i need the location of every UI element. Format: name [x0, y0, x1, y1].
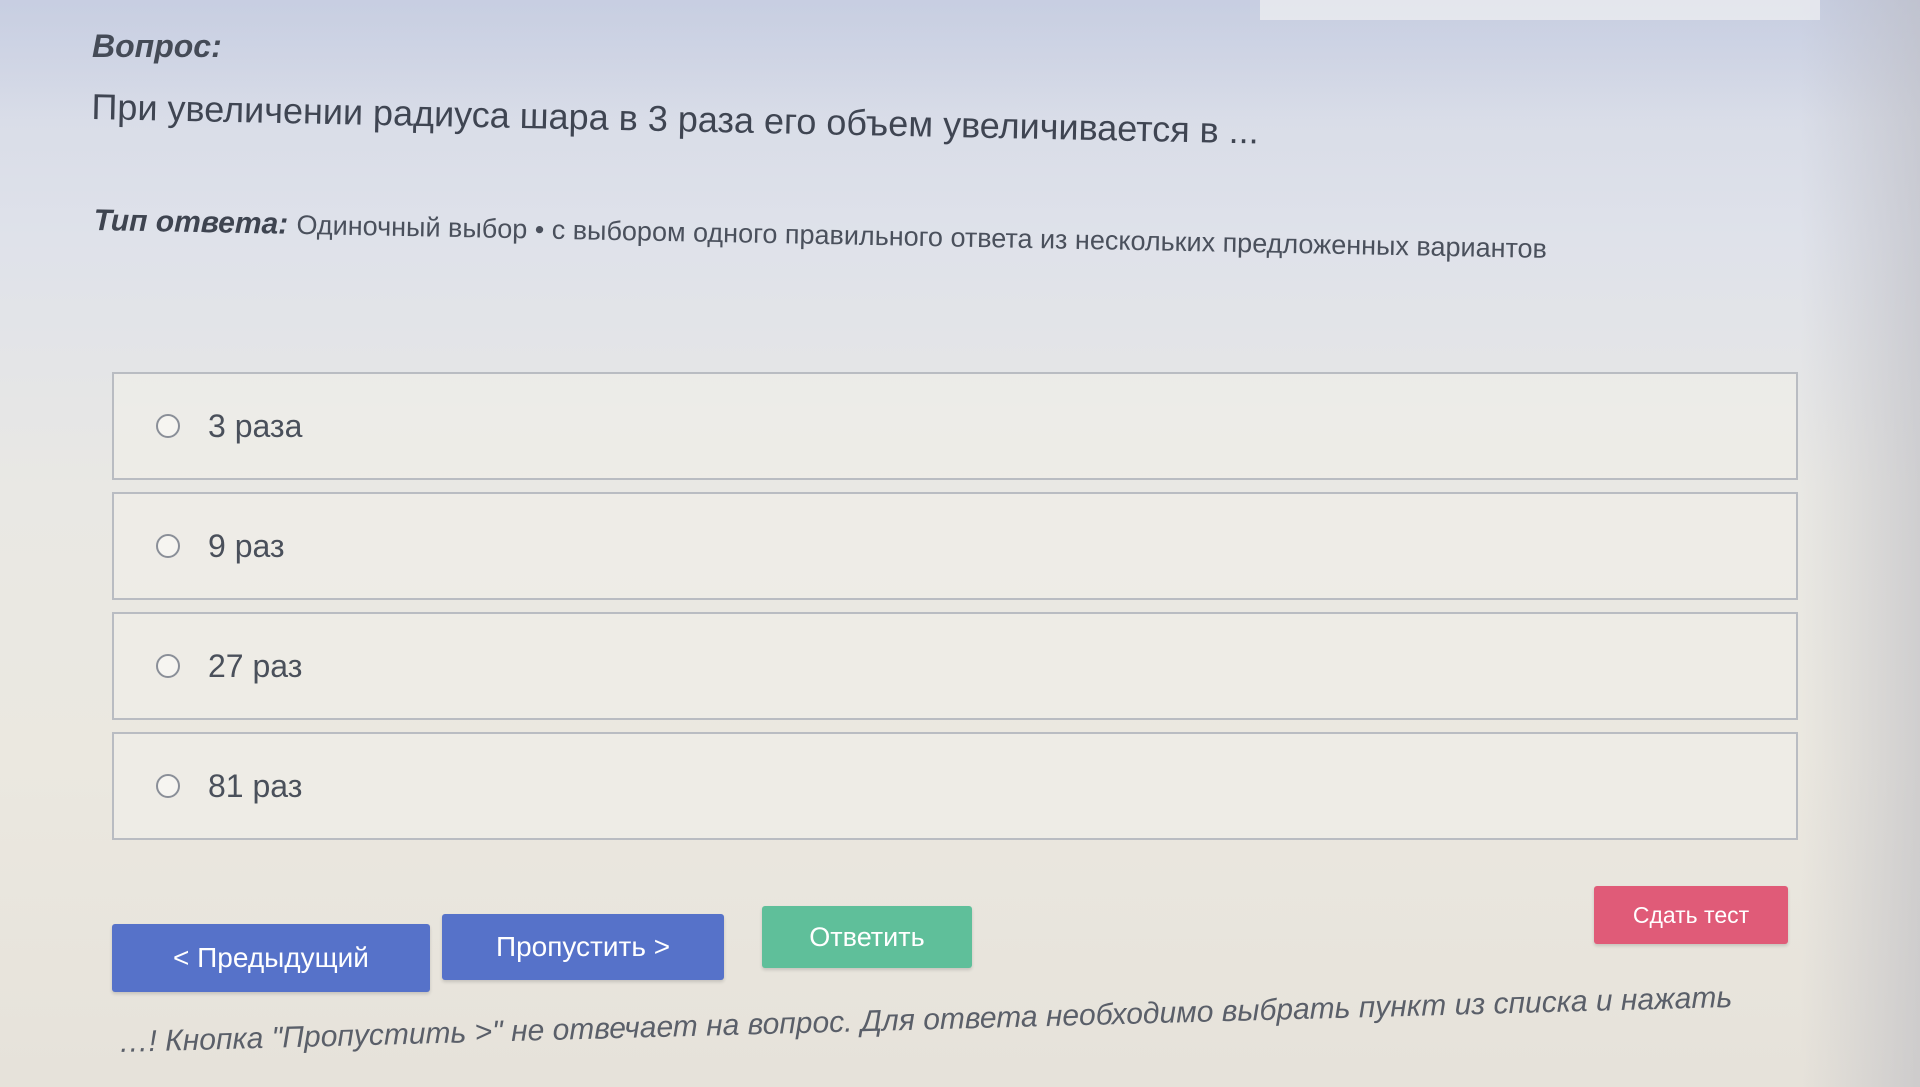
- answer-type-value: Одиночный выбор • с выбором одного прави…: [296, 209, 1548, 264]
- option-item[interactable]: 3 раза: [112, 372, 1798, 480]
- options-list: 3 раза 9 раз 27 раз 81 раз: [112, 372, 1798, 852]
- question-text: При увеличении радиуса шара в 3 раза его…: [91, 86, 1260, 152]
- answer-button[interactable]: Ответить: [762, 906, 972, 968]
- background-shade-right: [1800, 0, 1920, 1087]
- radio-button[interactable]: [156, 654, 180, 678]
- option-item[interactable]: 27 раз: [112, 612, 1798, 720]
- option-label: 9 раз: [208, 527, 285, 564]
- question-label: Вопрос:: [92, 28, 222, 64]
- radio-button[interactable]: [156, 414, 180, 438]
- skip-button[interactable]: Пропустить >: [442, 914, 724, 980]
- option-item[interactable]: 81 раз: [112, 732, 1798, 840]
- option-label: 3 раза: [208, 407, 303, 444]
- top-strip: [1260, 0, 1820, 20]
- radio-button[interactable]: [156, 534, 180, 558]
- option-label: 81 раз: [208, 767, 303, 804]
- radio-button[interactable]: [156, 774, 180, 798]
- answer-type-label: Тип ответа:: [93, 204, 289, 241]
- option-label: 27 раз: [208, 647, 303, 684]
- finish-test-button[interactable]: Сдать тест: [1594, 886, 1788, 944]
- option-item[interactable]: 9 раз: [112, 492, 1798, 600]
- answer-type: Тип ответа: Одиночный выбор • с выбором …: [93, 204, 1547, 266]
- previous-button[interactable]: < Предыдущий: [112, 924, 430, 992]
- footer-note: …! Кнопка "Пропустить >" не отвечает на …: [118, 980, 1733, 1059]
